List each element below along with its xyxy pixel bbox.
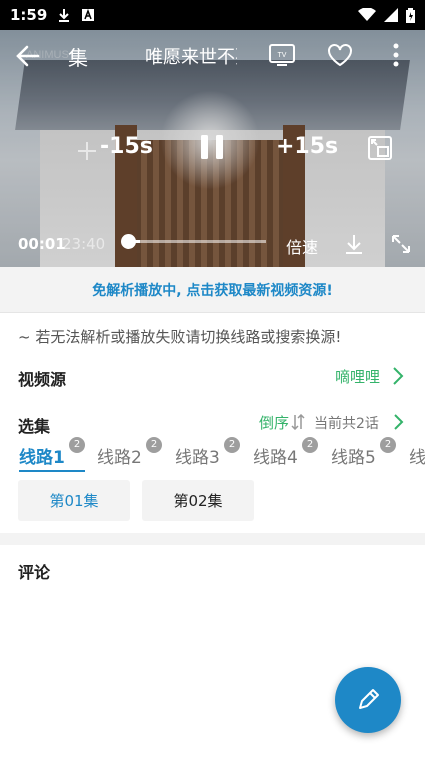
line-count-badge: 2 <box>224 437 240 453</box>
tab-line-2[interactable]: 线路2 <box>97 443 142 468</box>
tab-line-3[interactable]: 线路3 <box>175 443 220 468</box>
line-count-badge: 2 <box>146 437 162 453</box>
video-source-value[interactable]: 嘀哩哩 <box>335 366 380 387</box>
video-source-row[interactable]: 视频源 嘀哩哩 <box>0 360 425 394</box>
seek-back-button[interactable]: -15s <box>100 134 153 159</box>
back-arrow-icon[interactable] <box>14 42 42 70</box>
screen-lock-icon[interactable] <box>76 140 98 162</box>
heart-icon[interactable] <box>327 43 353 67</box>
signal-icon <box>384 8 398 22</box>
status-bar: 1:59 <box>0 0 425 30</box>
line-count-badge: 2 <box>302 437 318 453</box>
more-vertical-icon[interactable] <box>388 42 404 68</box>
active-tab-indicator <box>19 470 85 472</box>
video-source-label: 视频源 <box>18 370 67 389</box>
switch-source-tip: ~ 若无法解析或播放失败请切换线路或搜索换源! <box>18 328 342 346</box>
divider <box>0 312 425 313</box>
episodes-label: 选集 <box>18 417 51 436</box>
current-time: 00:01 <box>18 235 66 253</box>
line-tabs: 线路1 2 线路2 2 线路3 2 线路4 2 线路5 2 线 <box>0 437 425 473</box>
video-player[interactable]: ANIMUS 集 唯愿来世不要再做人 TV -15s +15s 00:01 23… <box>0 30 425 267</box>
tab-line-5[interactable]: 线路5 <box>331 443 376 468</box>
player-top-bar: 集 唯愿来世不要再做人 TV <box>0 30 425 80</box>
sort-order-button[interactable]: 倒序 <box>259 412 289 433</box>
comments-label: 评论 <box>18 563 51 582</box>
write-comment-button[interactable] <box>335 667 401 733</box>
chevron-right-icon[interactable] <box>393 413 405 431</box>
section-divider <box>0 533 425 545</box>
line-count-badge: 2 <box>380 437 396 453</box>
tab-line-4[interactable]: 线路4 <box>253 443 298 468</box>
wifi-icon <box>358 8 376 21</box>
battery-icon <box>406 7 415 23</box>
status-time: 1:59 <box>10 6 48 24</box>
speed-button[interactable]: 倍速 <box>286 234 318 258</box>
episode-button-2[interactable]: 第02集 <box>142 480 254 521</box>
pencil-icon <box>359 689 379 709</box>
episodes-header: 选集 倒序 当前共2话 <box>0 407 425 437</box>
tab-line-6[interactable]: 线 <box>409 443 425 468</box>
svg-text:TV: TV <box>278 52 287 59</box>
chevron-right-icon[interactable] <box>391 366 405 386</box>
progress-bar[interactable] <box>126 240 266 243</box>
tab-line-1[interactable]: 线路1 <box>19 443 65 468</box>
line-count-badge: 2 <box>69 437 85 453</box>
fullscreen-icon[interactable] <box>390 233 412 255</box>
total-time: 23:40 <box>62 235 106 253</box>
total-episodes-text[interactable]: 当前共2话 <box>314 413 379 433</box>
parse-notice-banner[interactable]: 免解析播放中, 点击获取最新视频资源! <box>0 267 425 313</box>
progress-knob[interactable] <box>121 234 136 249</box>
video-title: 唯愿来世不要再做人 <box>145 47 237 68</box>
download-icon <box>59 9 70 22</box>
pause-icon[interactable] <box>197 132 227 162</box>
sort-icon[interactable] <box>291 414 305 430</box>
tv-cast-icon[interactable]: TV <box>268 43 296 67</box>
a-badge-icon <box>82 8 95 21</box>
picture-in-picture-icon[interactable] <box>366 134 394 162</box>
seek-forward-button[interactable]: +15s <box>276 134 338 159</box>
episode-label: 集 <box>68 46 88 70</box>
episode-button-1[interactable]: 第01集 <box>18 480 130 521</box>
download-icon[interactable] <box>343 233 365 255</box>
